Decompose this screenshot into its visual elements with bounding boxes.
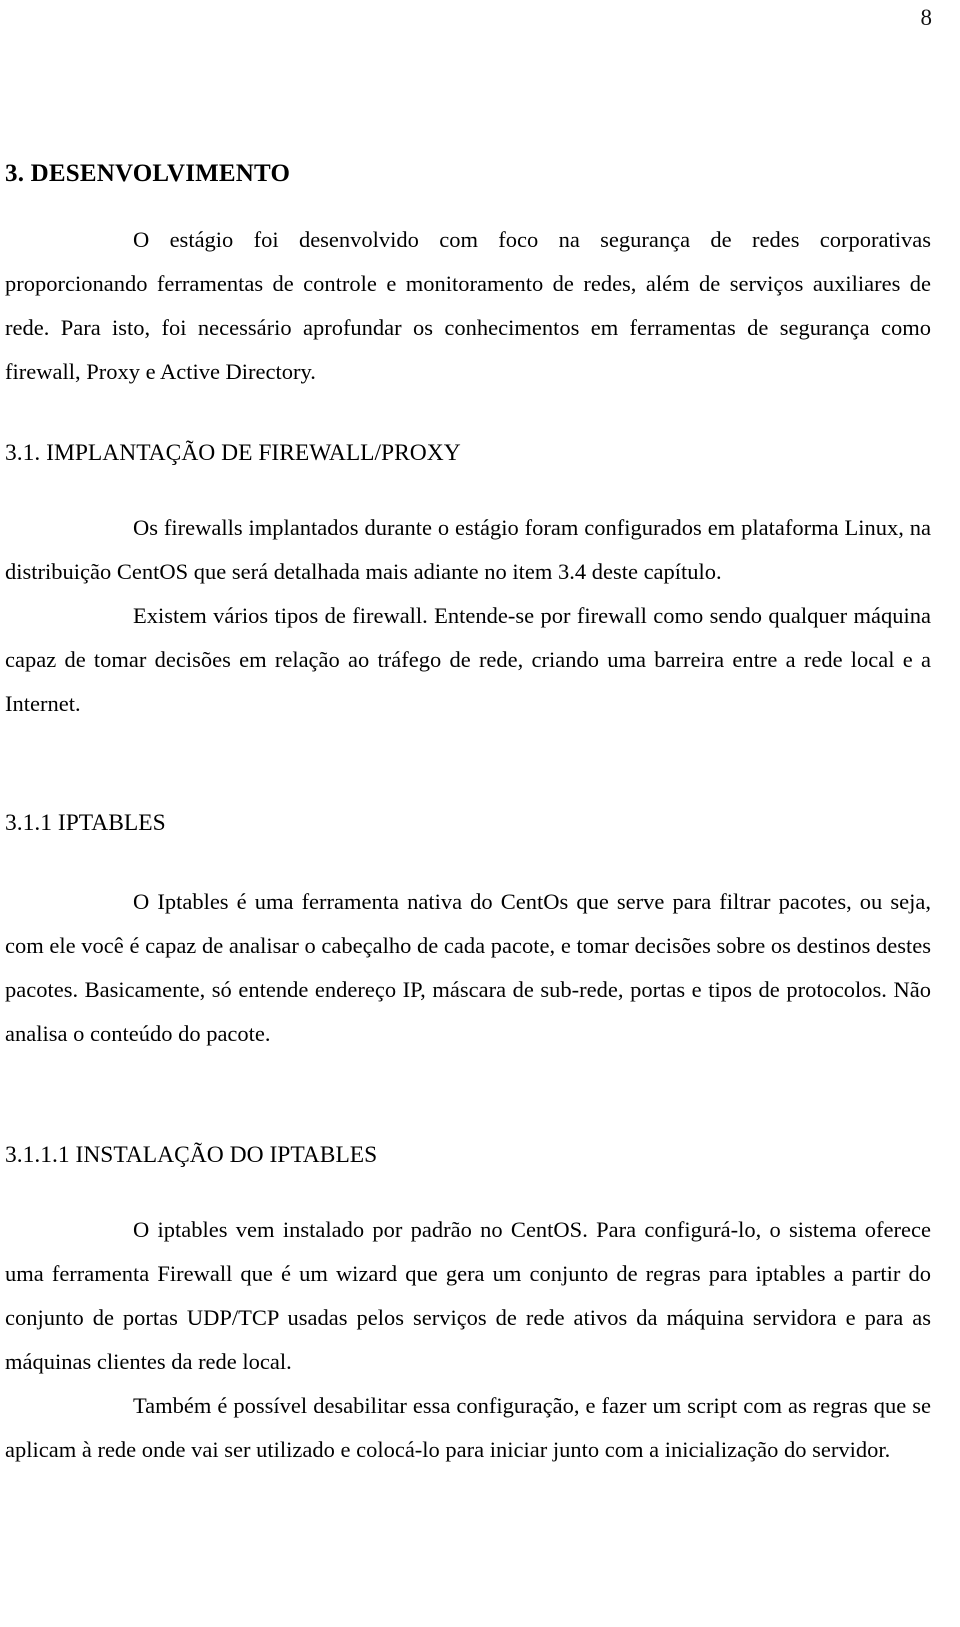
spacer-after-chapter-heading: [5, 188, 931, 218]
spacer-before-section-heading: [5, 394, 931, 440]
spacer-after-subsection-heading: [5, 836, 931, 880]
spacer-before-subsection-heading: [5, 726, 931, 810]
heading-chapter: 3. DESENVOLVIMENTO: [5, 160, 291, 187]
paragraph-iptables-overview: O Iptables é uma ferramenta nativa do Ce…: [5, 889, 931, 1047]
spacer-after-section-heading: [5, 466, 931, 506]
paragraph-firewall-definition: Existem vários tipos de firewall. Entend…: [5, 602, 931, 716]
paragraph-firewall-platform: Os firewalls implantados durante o estág…: [5, 514, 931, 584]
heading-subsection: 3.1.1 IPTABLES: [5, 809, 166, 836]
document-page: 8 3. DESENVOLVIMENTO O estágio foi desen…: [0, 0, 960, 1627]
spacer-before-subsubsection-heading: [5, 1056, 931, 1142]
heading-section: 3.1. IMPLANTAÇÃO DE FIREWALL/PROXY: [5, 439, 461, 466]
heading-subsubsection: 3.1.1.1 INSTALAÇÃO DO IPTABLES: [5, 1142, 378, 1169]
top-spacer: [5, 0, 931, 160]
paragraph-intro: O estágio foi desenvolvido com foco na s…: [5, 226, 931, 384]
paragraph-iptables-script: Também é possível desabilitar essa confi…: [5, 1393, 931, 1463]
page-content: 3. DESENVOLVIMENTO O estágio foi desenvo…: [5, 0, 931, 1472]
spacer-after-subsubsection-heading: [5, 1168, 931, 1208]
paragraph-iptables-install: O iptables vem instalado por padrão no C…: [5, 1217, 931, 1375]
